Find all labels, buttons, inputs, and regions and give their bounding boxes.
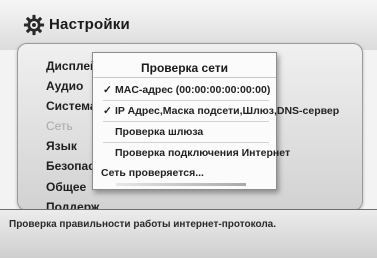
check-item-mac: ✓ MAC-адрес (00:00:00:00:00:00) <box>103 84 270 96</box>
dialog-divider <box>93 77 276 78</box>
check-item-label: IP Адрес,Маска подсети,Шлюз,DNS-сервер <box>115 105 340 117</box>
item-separator <box>103 142 269 143</box>
check-item-ip: ✓ IP Адрес,Маска подсети,Шлюз,DNS-сервер <box>103 105 339 117</box>
check-item-gateway: Проверка шлюза <box>103 126 203 138</box>
item-separator <box>103 100 269 101</box>
network-test-dialog: Проверка сети ✓ MAC-адрес (00:00:00:00:00… <box>92 52 339 190</box>
progress-bar <box>116 183 246 186</box>
gear-icon <box>23 14 45 36</box>
check-item-label: Проверка подключения Интернет <box>115 147 291 159</box>
check-item-label: MAC-адрес (00:00:00:00:00:00) <box>115 84 271 96</box>
help-text: Проверка правильности работы интернет-пр… <box>9 219 277 230</box>
status-text: Сеть проверяется... <box>101 167 204 179</box>
settings-screen: Настройки Дисплей Аудио Система Сеть Язы… <box>0 0 377 258</box>
item-separator <box>103 121 269 122</box>
dialog-title: Проверка сети <box>141 61 228 75</box>
page-title: Настройки <box>49 16 130 33</box>
check-item-internet: Проверка подключения Интернет <box>103 147 290 159</box>
check-item-label: Проверка шлюза <box>115 126 204 138</box>
check-mark-icon: ✓ <box>103 84 112 96</box>
help-footer: Проверка правильности работы интернет-пр… <box>0 210 377 258</box>
check-mark-icon: ✓ <box>103 105 112 117</box>
